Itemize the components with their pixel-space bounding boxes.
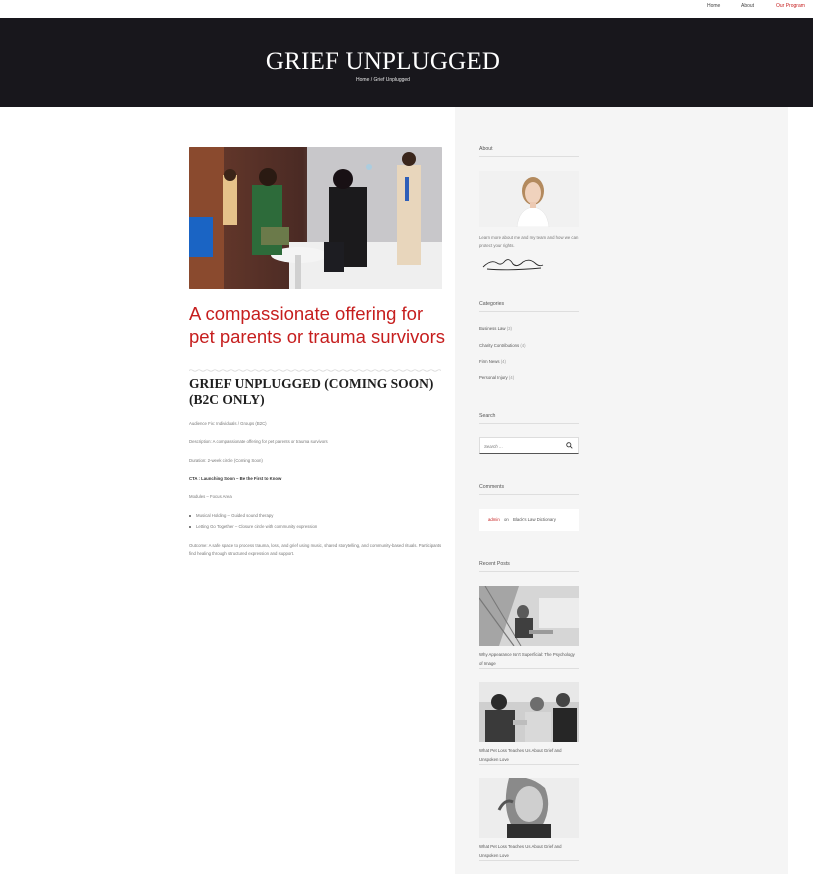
page-title: GRIEF UNPLUGGED xyxy=(265,48,501,75)
post-headline: A compassionate offering for pet parents… xyxy=(189,303,446,347)
post-audience: Audience Fix: Individuals / Groups (B2C) xyxy=(189,421,267,426)
list-item: Letting Go Together – Closure circle wit… xyxy=(189,524,444,535)
search-input[interactable] xyxy=(484,441,564,451)
post-featured-image xyxy=(189,147,442,289)
recent-post-title[interactable]: What Pet Loss Teaches Us About Grief and… xyxy=(479,842,579,860)
recent-post-thumbnail[interactable] xyxy=(479,682,579,742)
about-portrait-image xyxy=(479,171,579,227)
page-header-banner: GRIEF UNPLUGGED Home / Grief Unplugged xyxy=(0,18,813,107)
widget-divider xyxy=(479,860,579,861)
search-icon[interactable] xyxy=(566,442,573,449)
nav-program-link[interactable]: Our Program xyxy=(776,3,805,9)
comment-post-link[interactable]: Black's Law Dictionary xyxy=(513,517,556,522)
comment-author-link[interactable]: admin xyxy=(488,517,500,522)
post-modules-label: Modules – Focus Area xyxy=(189,494,232,499)
category-item[interactable]: Personal Injury (4) xyxy=(479,375,514,380)
divider-wave xyxy=(189,369,441,372)
post-cta: CTA : Launching Soon – Be the First to K… xyxy=(189,476,282,481)
widget-divider xyxy=(479,423,579,424)
widget-title-categories: Categories xyxy=(479,301,505,307)
widget-divider xyxy=(479,156,579,157)
about-description: Learn more about me and my team and how … xyxy=(479,235,579,248)
signature-image xyxy=(482,259,544,271)
list-item: Musical Holding – Guided sound therapy xyxy=(189,513,444,524)
category-item[interactable]: Firm News (4) xyxy=(479,359,506,364)
post-duration: Duration: 2-week circle (Coming Soon) xyxy=(189,458,263,463)
widget-divider xyxy=(479,571,579,572)
recent-post-thumbnail[interactable] xyxy=(479,778,579,838)
widget-divider xyxy=(479,311,579,312)
category-item[interactable]: Charity Contributions (4) xyxy=(479,343,526,348)
widget-divider xyxy=(479,494,579,495)
recent-comment: admin on Black's Law Dictionary xyxy=(479,509,579,531)
nav-home-link[interactable]: Home xyxy=(707,3,720,9)
post-outcome: Outcome: A safe space to process trauma,… xyxy=(189,543,442,556)
category-item[interactable]: Business Law (3) xyxy=(479,326,512,331)
recent-post-title[interactable]: Why Appearance Isn't Superficial: The Ps… xyxy=(479,650,579,668)
widget-divider xyxy=(479,764,579,765)
widget-title-search: Search xyxy=(479,413,496,419)
recent-post-thumbnail[interactable] xyxy=(479,586,579,646)
search-form xyxy=(479,437,579,454)
top-navigation: Home About Our Program xyxy=(0,0,813,18)
modules-list: Musical Holding – Guided sound therapy L… xyxy=(189,513,444,535)
widget-divider xyxy=(479,668,579,669)
nav-about-link[interactable]: About xyxy=(741,3,754,9)
widget-title-recent-posts: Recent Posts xyxy=(479,561,510,567)
recent-post-title[interactable]: What Pet Loss Teaches Us About Grief and… xyxy=(479,746,579,764)
comment-on-text: on xyxy=(504,517,509,522)
widget-title-comments: Comments xyxy=(479,484,505,490)
post-subtitle: GRIEF UNPLUGGED (COMING SOON) (B2C ONLY) xyxy=(189,376,434,407)
widget-title-about: About xyxy=(479,146,493,152)
breadcrumb[interactable]: Home / Grief Unplugged xyxy=(0,77,766,83)
post-description: Description: A compassionate offering fo… xyxy=(189,439,328,444)
